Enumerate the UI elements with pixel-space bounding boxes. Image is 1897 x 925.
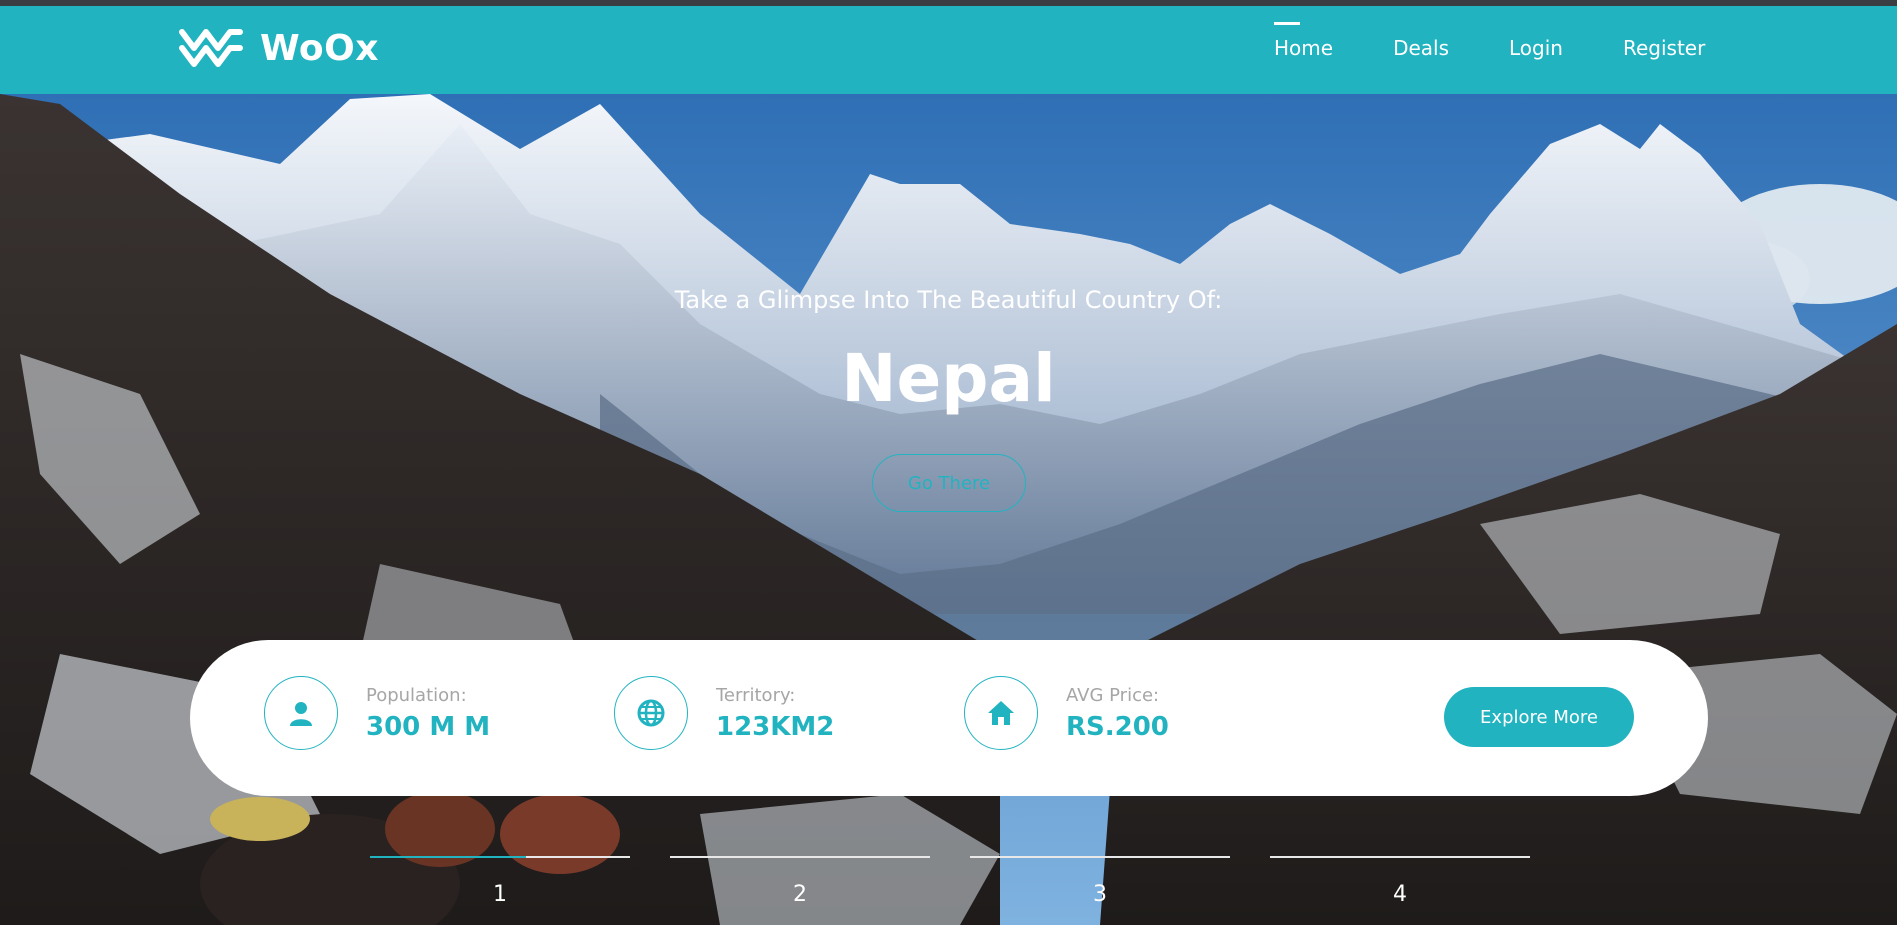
slider-tab-line (970, 856, 1230, 858)
brand-logo[interactable]: WoOx (178, 24, 379, 72)
slider-tab-line (670, 856, 930, 858)
site-header: WoOx Home Deals Login Register (0, 6, 1897, 94)
nav-deals[interactable]: Deals (1393, 36, 1449, 60)
home-icon (988, 701, 1014, 725)
stat-value: 300 M M (366, 711, 491, 742)
slider-tab-number: 4 (1393, 882, 1407, 907)
slider-tab-3[interactable]: 3 (970, 856, 1230, 907)
hero-subtitle: Take a Glimpse Into The Beautiful Countr… (674, 286, 1223, 314)
stat-icon-wrap (964, 676, 1038, 750)
stat-population: Population: 300 M M (264, 676, 490, 750)
nav-login[interactable]: Login (1509, 36, 1563, 60)
stat-value: 123KM2 (716, 711, 835, 742)
slider-tab-number: 2 (793, 882, 807, 907)
hero-country-title: Nepal (841, 340, 1056, 417)
slider-tab-number: 3 (1093, 882, 1107, 907)
stat-territory: Territory: 123KM2 (614, 676, 834, 750)
nav-register[interactable]: Register (1623, 36, 1705, 60)
stat-icon-wrap (614, 676, 688, 750)
main-nav: Home Deals Login Register (1274, 22, 1765, 60)
user-icon (290, 702, 312, 726)
slider-pagination: 1 2 3 4 (0, 856, 1897, 925)
stat-label: Territory: (716, 684, 796, 706)
slider-tab-line (1270, 856, 1530, 858)
woox-logo-icon (179, 29, 243, 67)
stat-icon-wrap (264, 676, 338, 750)
nav-home[interactable]: Home (1274, 22, 1333, 60)
brand-name: WoOx (260, 27, 379, 69)
slider-tab-4[interactable]: 4 (1270, 856, 1530, 907)
globe-icon (637, 699, 665, 727)
slider-tab-number: 1 (493, 882, 507, 907)
go-there-button[interactable]: Go There (872, 454, 1026, 512)
stat-value: RS.200 (1066, 711, 1169, 742)
slider-tab-2[interactable]: 2 (670, 856, 930, 907)
slider-tab-1[interactable]: 1 (370, 856, 630, 907)
slider-tab-line (370, 856, 630, 858)
stat-avg-price: AVG Price: RS.200 (964, 676, 1169, 750)
country-info-card: Population: 300 M M Territory: 123KM2 AV (190, 640, 1708, 796)
stat-label: Population: (366, 684, 467, 706)
explore-more-button[interactable]: Explore More (1444, 687, 1634, 747)
stat-label: AVG Price: (1066, 684, 1160, 706)
hero-banner: Take a Glimpse Into The Beautiful Countr… (0, 94, 1897, 925)
